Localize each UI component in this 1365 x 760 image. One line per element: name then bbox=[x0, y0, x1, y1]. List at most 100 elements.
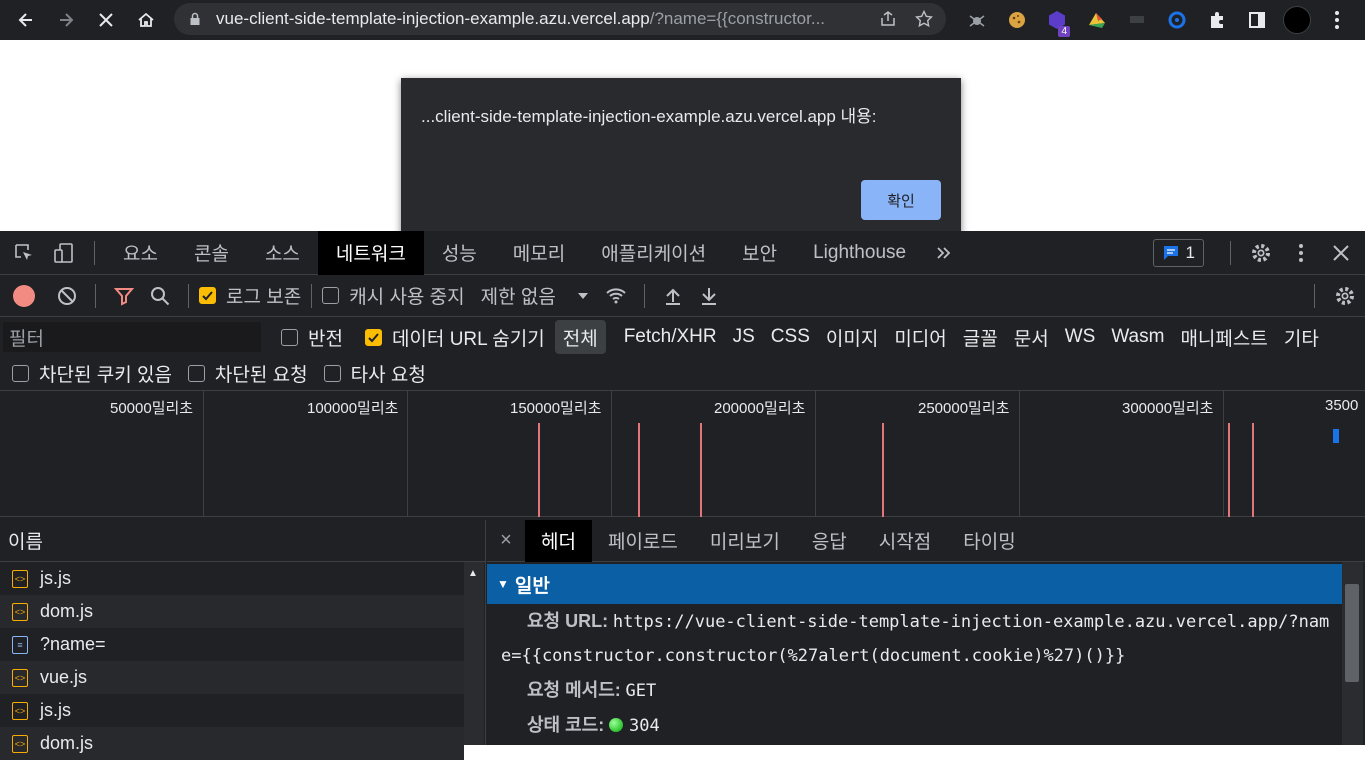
name-column-header[interactable]: 이름 bbox=[0, 520, 485, 562]
preserve-log-checkbox[interactable] bbox=[199, 287, 216, 304]
type-filter-font[interactable]: 글꼴 bbox=[955, 320, 1006, 354]
settings-gear-icon[interactable] bbox=[1241, 231, 1281, 275]
search-icon[interactable] bbox=[142, 274, 178, 318]
request-row[interactable]: <> js.js bbox=[0, 694, 464, 727]
load-event-marker bbox=[638, 423, 640, 517]
tab-response[interactable]: 응답 bbox=[796, 520, 863, 562]
filter-bar-secondary: 차단된 쿠키 있음 차단된 요청 타사 요청 bbox=[0, 357, 1365, 391]
type-filter-wasm[interactable]: Wasm bbox=[1103, 320, 1172, 354]
dialog-ok-button[interactable]: 확인 bbox=[861, 180, 941, 220]
detail-scrollbar[interactable] bbox=[1342, 562, 1363, 745]
issues-button[interactable]: 1 bbox=[1152, 239, 1204, 267]
request-row[interactable]: <> vue.js bbox=[0, 661, 464, 694]
tab-headers[interactable]: 헤더 bbox=[525, 519, 592, 562]
dialog-title: ...client-side-template-injection-exampl… bbox=[421, 107, 877, 126]
throttle-dropdown-icon[interactable] bbox=[568, 274, 598, 318]
profile-avatar[interactable] bbox=[1280, 2, 1314, 38]
type-filter-media[interactable]: 미디어 bbox=[886, 320, 954, 354]
request-row[interactable]: <> dom.js bbox=[0, 595, 464, 628]
filter-funnel-icon[interactable] bbox=[106, 274, 142, 318]
extension-cookie-icon[interactable] bbox=[1000, 2, 1034, 38]
general-section-header[interactable]: ▼ 일반 bbox=[487, 564, 1342, 604]
issues-count: 1 bbox=[1185, 243, 1195, 262]
extension-spider-icon[interactable] bbox=[960, 2, 994, 38]
more-tabs-chevron-icon[interactable] bbox=[924, 231, 964, 275]
overview-gridline bbox=[407, 391, 408, 517]
tab-application[interactable]: 애플리케이션 bbox=[583, 231, 724, 275]
scroll-up-arrow-icon[interactable]: ▲ bbox=[468, 568, 478, 579]
home-icon[interactable] bbox=[128, 2, 164, 38]
tab-sources[interactable]: 소스 bbox=[247, 231, 318, 275]
tab-elements[interactable]: 요소 bbox=[105, 231, 176, 275]
tab-initiator[interactable]: 시작점 bbox=[863, 520, 947, 562]
request-row[interactable]: <> js.js bbox=[0, 562, 464, 595]
preserve-log-label: 로그 보존 bbox=[226, 287, 302, 308]
type-filter-css[interactable]: CSS bbox=[763, 320, 818, 354]
disable-cache-checkbox[interactable] bbox=[322, 287, 340, 304]
type-filter-fetch-xhr[interactable]: Fetch/XHR bbox=[616, 320, 725, 354]
export-har-download-icon[interactable] bbox=[691, 274, 727, 318]
request-row[interactable]: ≡ ?name= bbox=[0, 628, 464, 661]
blocked-cookies-checkbox[interactable] bbox=[12, 365, 29, 382]
lock-icon[interactable] bbox=[188, 12, 202, 26]
forward-icon[interactable] bbox=[48, 2, 84, 38]
tab-performance[interactable]: 성능 bbox=[424, 231, 495, 275]
third-party-checkbox[interactable] bbox=[323, 365, 341, 382]
side-panel-icon[interactable] bbox=[1240, 2, 1274, 38]
extension-palette-icon[interactable] bbox=[1080, 2, 1114, 38]
extensions-puzzle-icon[interactable] bbox=[1200, 2, 1234, 38]
url-text[interactable]: vue-client-side-template-injection-examp… bbox=[216, 9, 856, 29]
type-filter-doc[interactable]: 문서 bbox=[1006, 320, 1057, 354]
more-options-icon[interactable] bbox=[1281, 231, 1321, 275]
request-list-scrollbar[interactable]: ▲ bbox=[464, 562, 484, 745]
extension-ring-icon[interactable] bbox=[1160, 2, 1194, 38]
share-icon[interactable] bbox=[876, 7, 900, 31]
request-name: vue.js bbox=[40, 667, 88, 687]
hide-data-urls-checkbox[interactable] bbox=[364, 328, 382, 346]
invert-checkbox[interactable] bbox=[281, 328, 298, 346]
tab-network[interactable]: 네트워크 bbox=[317, 230, 424, 275]
back-icon[interactable] bbox=[8, 2, 44, 38]
close-devtools-icon[interactable] bbox=[1321, 231, 1361, 275]
stop-loading-icon[interactable] bbox=[88, 2, 124, 38]
tab-security[interactable]: 보안 bbox=[724, 231, 795, 275]
device-toolbar-icon[interactable] bbox=[44, 231, 84, 275]
type-filter-ws[interactable]: WS bbox=[1057, 320, 1104, 354]
tab-payload[interactable]: 페이로드 bbox=[592, 520, 694, 562]
close-detail-icon[interactable]: × bbox=[487, 529, 525, 552]
tab-timing[interactable]: 타이밍 bbox=[947, 520, 1031, 562]
type-filter-all[interactable]: 전체 bbox=[554, 320, 606, 354]
request-method-label: 요청 메서드: bbox=[527, 680, 621, 700]
type-filter-manifest[interactable]: 매니페스트 bbox=[1172, 320, 1275, 354]
address-bar[interactable]: vue-client-side-template-injection-examp… bbox=[174, 3, 946, 35]
overview-gridline bbox=[203, 391, 204, 517]
tab-memory[interactable]: 메모리 bbox=[495, 231, 583, 275]
inspect-element-icon[interactable] bbox=[4, 231, 44, 275]
request-name: dom.js bbox=[40, 733, 94, 753]
network-overview-timeline[interactable]: 50000밀리초 100000밀리초 150000밀리초 200000밀리초 2… bbox=[0, 391, 1365, 517]
import-har-upload-icon[interactable] bbox=[655, 274, 691, 318]
detail-scrollbar-thumb[interactable] bbox=[1345, 584, 1359, 682]
type-filter-img[interactable]: 이미지 bbox=[818, 320, 886, 354]
extension-hexagon-icon[interactable]: 4 bbox=[1040, 2, 1074, 38]
load-event-marker bbox=[700, 423, 702, 517]
tab-console[interactable]: 콘솔 bbox=[176, 231, 247, 275]
bookmark-star-icon[interactable] bbox=[912, 7, 936, 31]
network-settings-gear-icon[interactable] bbox=[1325, 274, 1365, 318]
record-button[interactable] bbox=[13, 284, 35, 307]
browser-menu-icon[interactable] bbox=[1320, 2, 1354, 38]
extension-flag-icon[interactable] bbox=[1120, 2, 1154, 38]
tab-preview[interactable]: 미리보기 bbox=[694, 520, 796, 562]
alert-dialog: ...client-side-template-injection-exampl… bbox=[401, 78, 961, 240]
status-ok-dot-icon bbox=[608, 718, 623, 732]
tab-lighthouse[interactable]: Lighthouse bbox=[795, 231, 924, 275]
filter-input[interactable]: 필터 bbox=[3, 322, 261, 352]
throttle-select[interactable]: 제한 없음 bbox=[481, 282, 556, 309]
type-filter-js[interactable]: JS bbox=[725, 320, 763, 354]
blocked-requests-checkbox[interactable] bbox=[187, 365, 205, 382]
network-conditions-wifi-icon[interactable] bbox=[598, 274, 634, 318]
filter-bar: 필터 반전 데이터 URL 숨기기 전체 Fetch/XHR JS CSS 이미… bbox=[0, 317, 1365, 357]
request-row[interactable]: <> dom.js bbox=[0, 727, 464, 760]
clear-icon[interactable] bbox=[49, 274, 85, 318]
type-filter-other[interactable]: 기타 bbox=[1276, 320, 1327, 354]
